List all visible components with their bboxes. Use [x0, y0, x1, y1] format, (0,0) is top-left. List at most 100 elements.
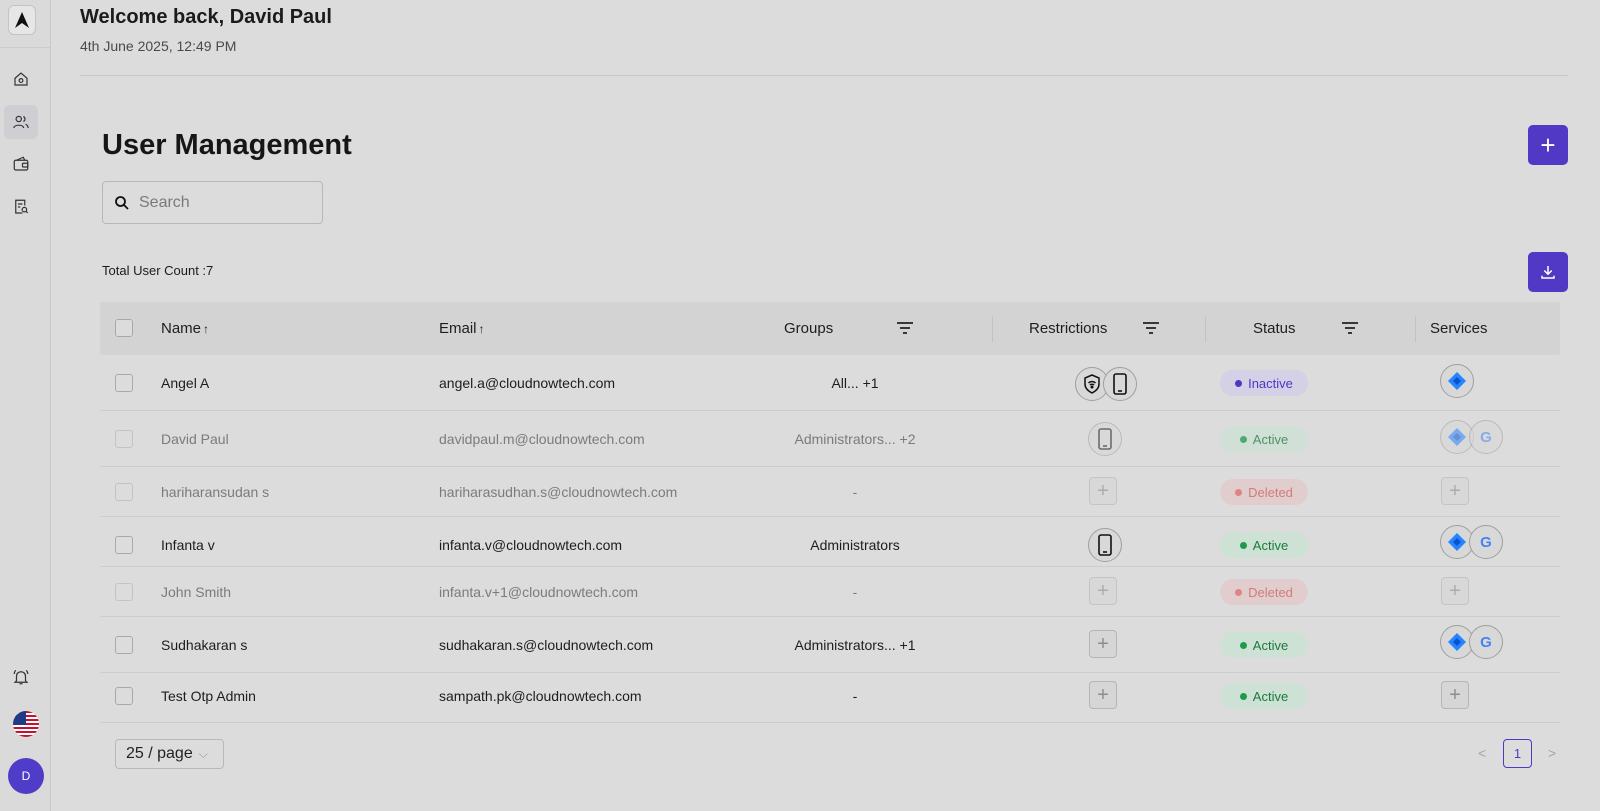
phone-icon — [1088, 422, 1122, 456]
sidebar-divider — [0, 47, 50, 48]
search-input[interactable] — [139, 193, 309, 212]
user-name: hariharansudan s — [161, 484, 270, 500]
language-selector[interactable] — [13, 711, 39, 737]
welcome-title: Welcome back, David Paul — [80, 6, 332, 28]
download-icon — [1541, 266, 1555, 279]
user-email: hariharasudhan.s@cloudnowtech.com — [439, 484, 678, 500]
user-groups: - — [852, 584, 858, 600]
table-row[interactable]: John Smith infanta.v+1@cloudnowtech.com … — [100, 567, 1560, 617]
google-icon: G — [1469, 525, 1503, 559]
add-service-button[interactable]: + — [1441, 477, 1469, 505]
row-checkbox[interactable] — [115, 430, 133, 448]
sidebar-item-users[interactable] — [4, 105, 38, 139]
column-header-status: Status — [1253, 320, 1296, 337]
user-name: Infanta v — [161, 537, 215, 553]
row-checkbox[interactable] — [115, 483, 133, 501]
column-header-name[interactable]: Name ↑ — [161, 302, 209, 355]
download-button[interactable] — [1528, 252, 1568, 292]
table-row[interactable]: Infanta v infanta.v@cloudnowtech.com Adm… — [100, 517, 1560, 567]
status-badge: Deleted — [1220, 479, 1308, 505]
datetime: 4th June 2025, 12:49 PM — [80, 38, 237, 54]
row-checkbox[interactable] — [115, 374, 133, 392]
user-groups: Administrators — [810, 537, 900, 553]
prev-page-button[interactable]: < — [1478, 745, 1486, 761]
add-restriction-button[interactable]: + — [1089, 577, 1117, 605]
status-badge: Deleted — [1220, 579, 1308, 605]
column-header-groups: Groups — [784, 320, 834, 337]
user-email: infanta.v@cloudnowtech.com — [439, 537, 623, 553]
column-header-services: Services — [1430, 320, 1488, 337]
add-restriction-button[interactable]: + — [1089, 681, 1117, 709]
page-number[interactable]: 1 — [1503, 739, 1532, 768]
add-user-button[interactable]: + — [1528, 125, 1568, 165]
page-title: User Management — [102, 129, 352, 161]
add-service-button[interactable]: + — [1441, 681, 1469, 709]
add-restriction-button[interactable]: + — [1089, 477, 1117, 505]
status-badge: Active — [1220, 426, 1308, 452]
user-name: David Paul — [161, 431, 229, 447]
column-divider — [1415, 316, 1416, 342]
chevron-down-icon: ⌵ — [198, 746, 208, 761]
add-restriction-button[interactable]: + — [1089, 630, 1117, 658]
user-email: sampath.pk@cloudnowtech.com — [439, 688, 642, 704]
table-header: Name ↑ Email ↑ Groups Restrictions Status … — [100, 302, 1560, 355]
user-groups: - — [852, 688, 858, 704]
phone-icon — [1103, 367, 1137, 401]
status-badge: Active — [1220, 632, 1308, 658]
sidebar: D — [0, 0, 51, 811]
header-divider — [80, 75, 1568, 76]
add-service-button[interactable]: + — [1441, 577, 1469, 605]
phone-icon — [1088, 528, 1122, 562]
home-icon — [14, 72, 28, 86]
avatar[interactable]: D — [8, 758, 44, 794]
user-name: Test Otp Admin — [161, 688, 256, 704]
user-name: Angel A — [161, 375, 210, 391]
table-row[interactable]: Test Otp Admin sampath.pk@cloudnowtech.c… — [100, 673, 1560, 723]
notifications-button[interactable] — [4, 660, 38, 694]
row-checkbox[interactable] — [115, 536, 133, 554]
user-groups: All... +1 — [831, 375, 879, 391]
select-all-checkbox[interactable] — [115, 319, 133, 337]
column-divider — [992, 316, 993, 342]
status-badge: Active — [1220, 683, 1308, 709]
user-email: angel.a@cloudnowtech.com — [439, 375, 616, 391]
us-flag-icon — [13, 711, 39, 737]
row-checkbox[interactable] — [115, 687, 133, 705]
user-email: infanta.v+1@cloudnowtech.com — [439, 584, 639, 600]
bell-icon — [13, 669, 29, 685]
row-checkbox[interactable] — [115, 583, 133, 601]
table-row[interactable]: Sudhakaran s sudhakaran.s@cloudnowtech.c… — [100, 617, 1560, 673]
sidebar-item-home[interactable] — [4, 62, 38, 96]
user-groups: - — [852, 484, 858, 500]
column-header-restrictions: Restrictions — [1029, 320, 1108, 337]
column-header-email[interactable]: Email ↑ — [439, 302, 485, 355]
sidebar-item-reports[interactable] — [4, 190, 38, 224]
user-groups: Administrators... +1 — [794, 637, 916, 653]
wallet-icon — [13, 156, 29, 171]
table-row[interactable]: hariharansudan s hariharasudhan.s@cloudn… — [100, 467, 1560, 517]
users-icon — [13, 115, 29, 129]
column-divider — [1205, 316, 1206, 342]
table-row[interactable]: David Paul davidpaul.m@cloudnowtech.com … — [100, 411, 1560, 467]
groups-filter-icon[interactable] — [896, 321, 914, 335]
users-table: Name ↑ Email ↑ Groups Restrictions Status … — [100, 302, 1560, 723]
report-search-icon — [15, 199, 29, 214]
table-row[interactable]: Angel A angel.a@cloudnowtech.com All... … — [100, 355, 1560, 411]
restrictions-filter-icon[interactable] — [1142, 321, 1160, 335]
google-icon: G — [1469, 420, 1503, 454]
google-icon: G — [1469, 625, 1503, 659]
app-logo[interactable] — [8, 5, 36, 35]
row-checkbox[interactable] — [115, 636, 133, 654]
next-page-button[interactable]: > — [1548, 745, 1556, 761]
search-box[interactable] — [102, 181, 323, 224]
user-groups: Administrators... +2 — [794, 431, 916, 447]
user-email: sudhakaran.s@cloudnowtech.com — [439, 637, 654, 653]
page-size-select[interactable]: 25 / page ⌵ — [115, 739, 224, 769]
total-user-count: Total User Count :7 — [102, 263, 214, 278]
status-filter-icon[interactable] — [1341, 321, 1359, 335]
search-icon — [115, 195, 129, 210]
user-name: John Smith — [161, 584, 232, 600]
user-name: Sudhakaran s — [161, 637, 248, 653]
status-badge: Inactive — [1220, 370, 1308, 396]
sidebar-item-wallet[interactable] — [4, 147, 38, 181]
